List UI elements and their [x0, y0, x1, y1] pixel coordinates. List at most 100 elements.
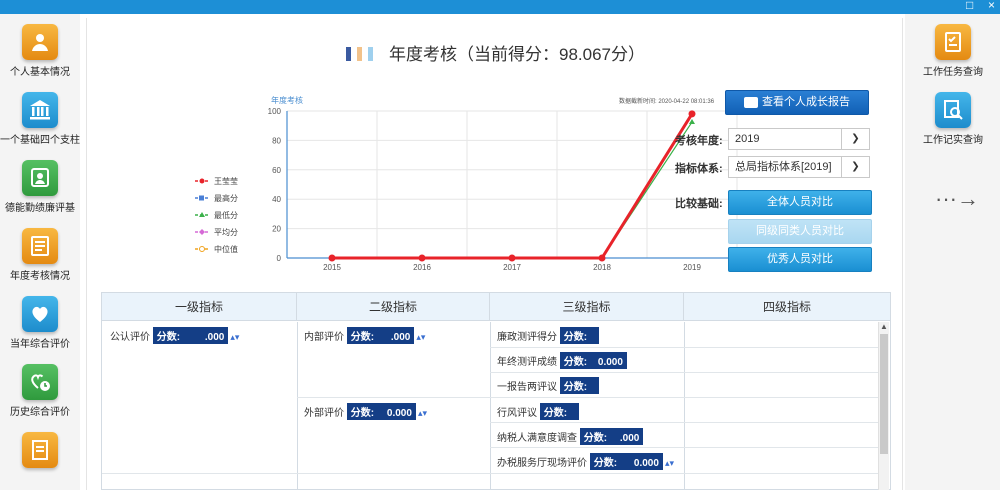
x-tick-label: 2015	[323, 263, 341, 272]
score-badge: 分数: .000	[579, 428, 644, 445]
level3-item[interactable]: 年终测评成绩 分数: 0.000	[497, 352, 627, 369]
y-tick-label: 0	[277, 254, 282, 263]
header-level3: 三级指标	[490, 293, 684, 321]
nav-annual-assessment[interactable]: 年度考核情况	[0, 228, 80, 282]
score-badge: 分数: 0.000	[559, 352, 627, 369]
y-tick-label: 80	[272, 136, 281, 145]
nav-label: 德能勤绩廉评基	[5, 203, 75, 214]
data-point	[508, 254, 516, 262]
year-select[interactable]: 2019 ❯	[728, 128, 870, 150]
level3-item[interactable]: 行风评议 分数:	[497, 403, 580, 420]
level1-item[interactable]: 公认评价 分数: .000 ▴▾	[110, 327, 239, 344]
next-arrow-icon[interactable]: ···→	[935, 186, 979, 212]
level3-item[interactable]: 纳税人满意度调查 分数: .000	[497, 428, 644, 445]
nav-foundation-pillars[interactable]: 一个基础四个支柱	[0, 92, 80, 146]
scrollbar-thumb[interactable]	[880, 334, 888, 454]
header-level4: 四级指标	[762, 300, 811, 314]
main-panel: 年度考核（当前得分：98.067分） 年度考核 数据截新时间: 2020-04-2…	[86, 18, 903, 490]
legend-marker	[199, 246, 205, 252]
nav-document[interactable]	[0, 432, 80, 471]
title-bars-icon	[346, 46, 379, 66]
system-select[interactable]: 总局指标体系[2019] ❯	[728, 156, 870, 178]
data-point	[328, 254, 336, 262]
level2-item[interactable]: 外部评价 分数: 0.000 ▴▾	[304, 403, 427, 420]
legend-label: 平均分	[214, 227, 238, 237]
window-title-bar: □ ×	[0, 0, 1000, 14]
score-badge: 分数:	[539, 403, 580, 420]
level3-name: 廉政测评得分	[497, 332, 557, 343]
series-line	[332, 115, 693, 259]
chart-title: 年度考核	[271, 95, 303, 105]
level3-name: 一报告两评议	[497, 382, 557, 393]
series-line	[332, 112, 693, 259]
bank-icon	[22, 92, 58, 128]
nav-label: 年度考核情况	[10, 271, 70, 282]
compare-all-button[interactable]: 全体人员对比	[728, 190, 872, 215]
row-divider	[490, 372, 878, 373]
score-badge: 分数:	[559, 377, 600, 394]
legend-label: 王莹莹	[214, 176, 238, 186]
document-icon	[22, 432, 58, 468]
close-icon[interactable]: ×	[988, 0, 995, 12]
score-label: 分数:	[563, 382, 588, 393]
year-label: 考核年度:	[675, 135, 723, 147]
nav-personal-info[interactable]: 个人基本情况	[0, 24, 80, 78]
nav-history-evaluation[interactable]: 历史综合评价	[0, 364, 80, 418]
legend-marker	[199, 212, 205, 217]
y-tick-label: 40	[272, 195, 281, 204]
row-divider	[297, 397, 878, 398]
indicator-table: 一级指标 二级指标 三级指标 四级指标 公认评价 分数: .000 ▴▾ 内部评价…	[101, 292, 891, 490]
nav-label: 当年综合评价	[10, 339, 70, 350]
nav-current-evaluation[interactable]: 当年综合评价	[0, 296, 80, 350]
y-tick-label: 60	[272, 166, 281, 175]
level3-name: 行风评议	[497, 408, 537, 419]
nav-task-query[interactable]: 工作任务查询	[913, 24, 993, 78]
nav-label: 工作任务查询	[923, 67, 983, 78]
score-badge: 分数: .000	[346, 327, 415, 344]
page-title: 年度考核（当前得分：98.067分）	[87, 40, 904, 66]
score-label: 分数:	[563, 332, 588, 343]
page-title-text: 年度考核（当前得分：98.067分）	[389, 45, 645, 64]
row-divider	[102, 473, 878, 474]
sort-icon[interactable]: ▴▾	[416, 332, 425, 342]
nav-label: 工作记实查询	[923, 135, 983, 146]
table-scrollbar[interactable]: ▲	[878, 322, 889, 490]
chevron-down-icon[interactable]: ❯	[841, 157, 869, 177]
right-nav: 工作任务查询 工作记实查询 ···→	[905, 14, 1000, 490]
score-value: 0.000	[633, 458, 659, 469]
level3-name: 办税服务厅现场评价	[497, 458, 587, 469]
heart-icon	[22, 296, 58, 332]
score-label: 分数:	[543, 408, 568, 419]
score-label: 分数:	[350, 408, 375, 419]
legend-label: 最低分	[214, 210, 238, 220]
nav-label: 个人基本情况	[10, 67, 70, 78]
chevron-down-icon[interactable]: ❯	[841, 129, 869, 149]
nav-virtue-evaluation[interactable]: 德能勤绩廉评基	[0, 160, 80, 214]
score-value: 0.000	[386, 408, 412, 419]
legend-marker	[199, 195, 204, 201]
series-line	[332, 121, 693, 259]
data-point	[418, 254, 426, 262]
record-search-icon	[935, 92, 971, 128]
nav-record-query[interactable]: 工作记实查询	[913, 92, 993, 146]
score-label: 分数:	[563, 357, 588, 368]
scroll-up-icon[interactable]: ▲	[880, 322, 888, 331]
sort-icon[interactable]: ▴▾	[665, 458, 674, 468]
sort-icon[interactable]: ▴▾	[418, 408, 427, 418]
printer-icon	[744, 96, 758, 108]
sort-icon[interactable]: ▴▾	[230, 332, 239, 342]
compare-excellent-button[interactable]: 优秀人员对比	[728, 247, 872, 272]
left-nav: 个人基本情况 一个基础四个支柱 德能勤绩廉评基 年度考核情况 当年综合评价 历史…	[0, 14, 80, 490]
score-badge: 分数: .000	[152, 327, 229, 344]
row-divider	[490, 447, 878, 448]
row-divider	[490, 347, 878, 348]
level2-item[interactable]: 内部评价 分数: .000 ▴▾	[304, 327, 425, 344]
maximize-icon[interactable]: □	[966, 0, 973, 12]
level3-item[interactable]: 办税服务厅现场评价 分数: 0.000 ▴▾	[497, 453, 674, 470]
history-icon	[22, 364, 58, 400]
level3-item[interactable]: 一报告两评议 分数:	[497, 377, 600, 394]
growth-report-button[interactable]: 查看个人成长报告	[725, 90, 869, 115]
year-select-value: 2019	[735, 133, 760, 145]
compare-peer-button[interactable]: 同级同类人员对比	[728, 219, 872, 244]
level3-item[interactable]: 廉政测评得分 分数:	[497, 327, 600, 344]
